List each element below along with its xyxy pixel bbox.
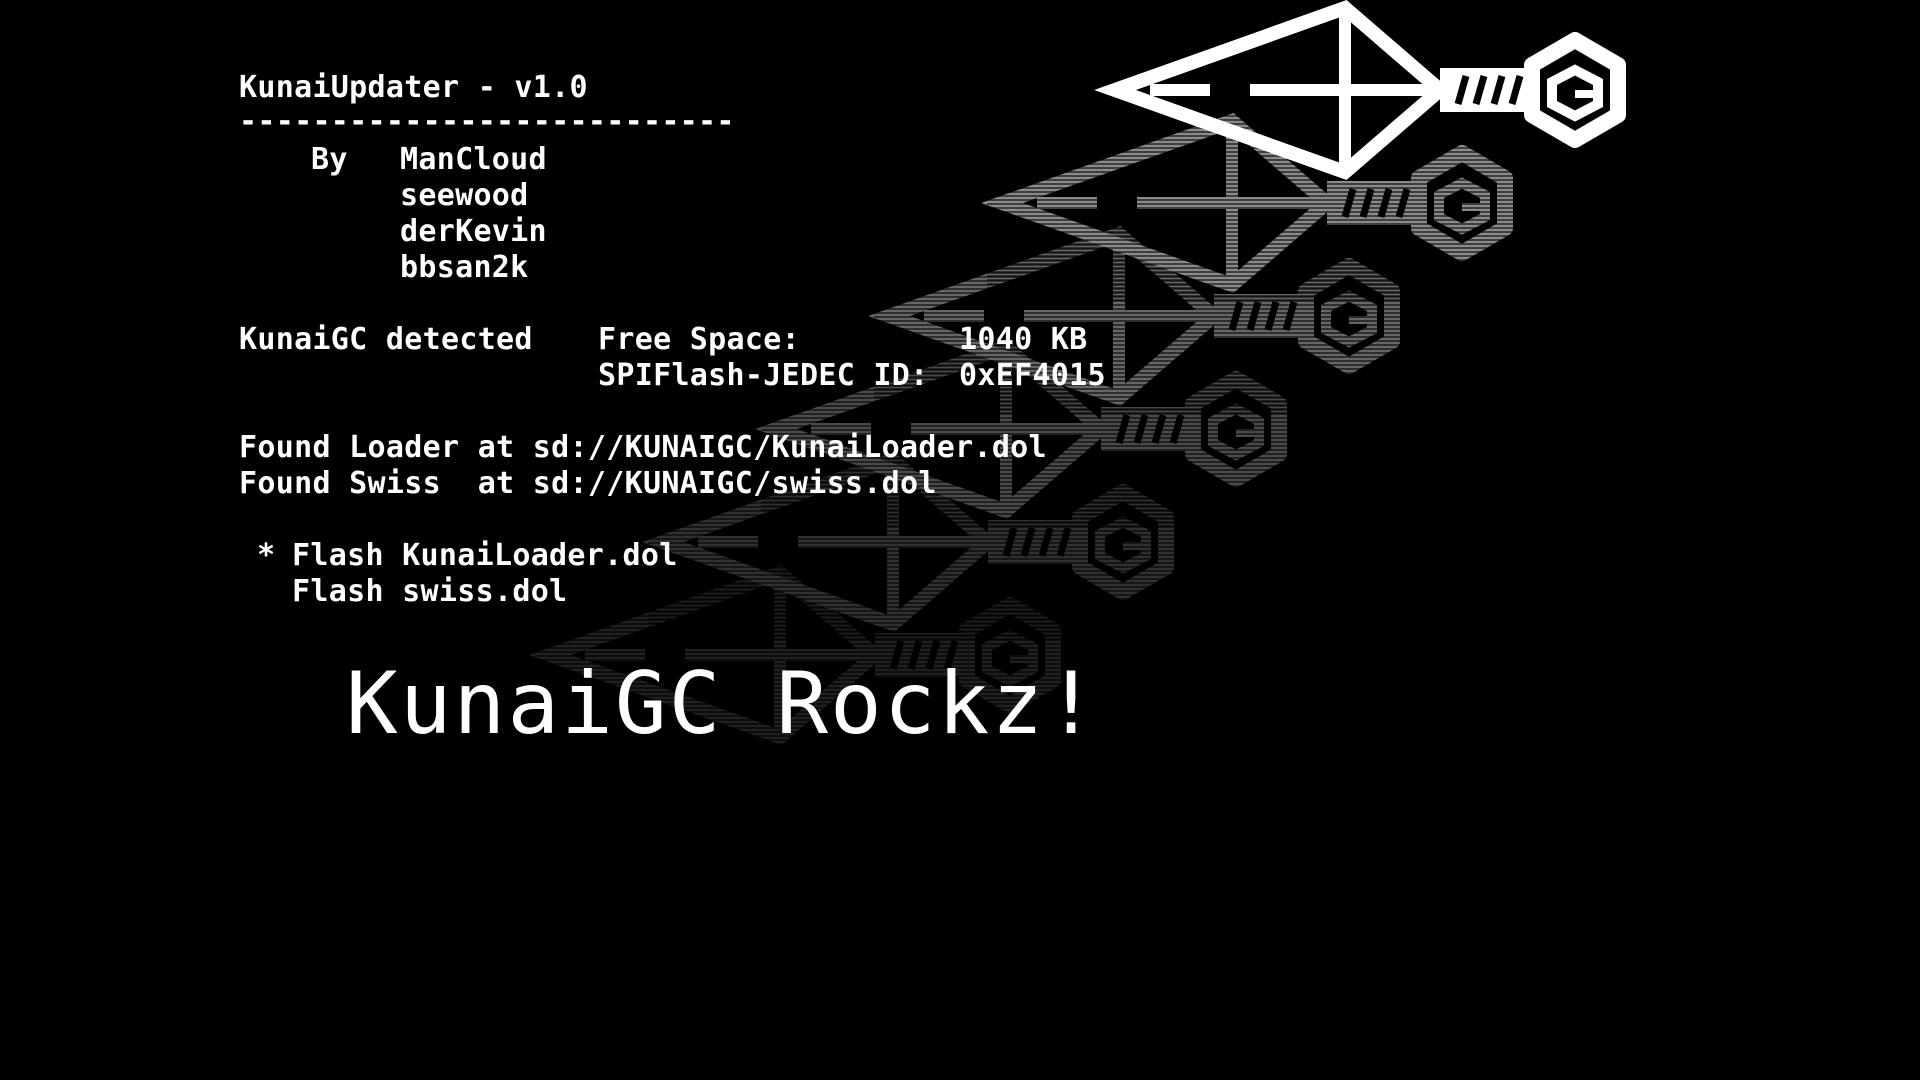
kunai-logo-trail xyxy=(535,0,1920,755)
menu-item-flash-swiss[interactable]: Flash swiss.dol xyxy=(292,574,567,610)
kunai-gamecube-icon-echo xyxy=(987,103,1527,303)
author-derkevin: derKevin xyxy=(400,214,547,249)
menu-cursor: * xyxy=(257,538,276,573)
free-space-label: Free Space: xyxy=(598,322,800,357)
banner-text: KunaiGC Rockz! xyxy=(346,654,1099,754)
author-seewood: seewood xyxy=(400,178,529,213)
menu-item-flash-kunailoader[interactable]: Flash KunaiLoader.dol xyxy=(292,538,678,574)
credits-label: By xyxy=(311,142,348,177)
title-underline: --------------------------- xyxy=(239,104,735,139)
jedec-id-label: SPIFlash-JEDEC ID: xyxy=(598,358,929,393)
jedec-id-value: 0xEF4015 xyxy=(959,358,1106,393)
free-space-value: 1040 KB xyxy=(959,322,1088,357)
found-swiss-line: Found Swiss at sd://KUNAIGC/swiss.dol xyxy=(239,466,937,501)
found-loader-line: Found Loader at sd://KUNAIGC/KunaiLoader… xyxy=(239,430,1047,465)
device-status: KunaiGC detected xyxy=(239,322,533,357)
author-mancloud: ManCloud xyxy=(400,142,547,177)
app-title: KunaiUpdater - v1.0 xyxy=(239,70,588,105)
kunai-updater-screen: KunaiUpdater - v1.0 --------------------… xyxy=(0,0,1920,1080)
author-bbsan2k: bbsan2k xyxy=(400,250,529,285)
